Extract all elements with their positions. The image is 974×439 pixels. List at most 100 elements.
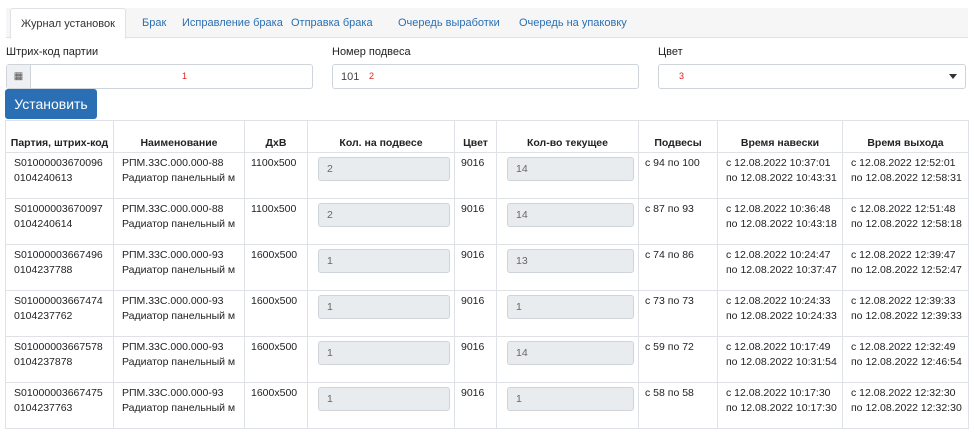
table-row[interactable]: S01000003667474 0104237762 РПМ.33С.000.00…: [5, 290, 969, 337]
chevron-down-icon: [949, 74, 957, 79]
col-header-color[interactable]: Цвет: [454, 120, 497, 153]
batch-cell: S01000003667474 0104237762: [5, 290, 114, 337]
exit-time-cell: с 12.08.2022 12:32:30 по 12.08.2022 12:3…: [842, 382, 969, 429]
current-qty-field-cell: 14: [496, 198, 639, 245]
current-qty-field-cell: 1: [496, 382, 639, 429]
size-cell: 1600x500: [244, 382, 308, 429]
col-header-name[interactable]: Наименование: [113, 120, 245, 153]
qty-field[interactable]: 1: [318, 341, 450, 365]
color-cell: 9016: [454, 336, 497, 383]
col-header-exit-time[interactable]: Время выхода: [842, 120, 969, 153]
tab-defect-correction[interactable]: Исправление брака: [172, 8, 293, 38]
current-qty-field[interactable]: 13: [507, 249, 634, 273]
qty-field[interactable]: 2: [318, 203, 450, 227]
batch-cell: S01000003667475 0104237763: [5, 382, 114, 429]
hanger-marker: 2: [369, 71, 375, 81]
color-select[interactable]: 3: [658, 64, 966, 89]
name-cell: РПМ.33С.000.000-88 Радиатор панельный м: [113, 198, 245, 245]
qty-field-cell: 2: [307, 198, 455, 245]
qty-field-cell: 1: [307, 290, 455, 337]
current-qty-field-cell: 14: [496, 336, 639, 383]
exit-time-cell: с 12.08.2022 12:39:33 по 12.08.2022 12:3…: [842, 290, 969, 337]
qty-field-cell: 1: [307, 382, 455, 429]
col-header-current[interactable]: Кол-во текущее: [496, 120, 639, 153]
barcode-icon: ▦: [7, 65, 31, 88]
current-qty-field[interactable]: 1: [507, 295, 634, 319]
color-cell: 9016: [454, 290, 497, 337]
hanger-number-input[interactable]: 101 2: [332, 64, 639, 89]
hang-time-cell: с 12.08.2022 10:17:30 по 12.08.2022 10:1…: [717, 382, 843, 429]
exit-time-cell: с 12.08.2022 12:39:47 по 12.08.2022 12:5…: [842, 244, 969, 291]
hangers-cell: с 59 по 72: [638, 336, 718, 383]
current-qty-field[interactable]: 14: [507, 341, 634, 365]
exit-time-cell: с 12.08.2022 12:51:48 по 12.08.2022 12:5…: [842, 198, 969, 245]
install-log-table: Партия, штрих-код Наименование ДхВ Кол. …: [5, 120, 969, 429]
hangers-cell: с 94 по 100: [638, 152, 718, 199]
color-label: Цвет: [658, 46, 683, 58]
col-header-size[interactable]: ДхВ: [244, 120, 308, 153]
tab-defect-shipping[interactable]: Отправка брака: [281, 8, 383, 38]
color-cell: 9016: [454, 244, 497, 291]
batch-cell: S01000003670097 0104240614: [5, 198, 114, 245]
size-cell: 1600x500: [244, 244, 308, 291]
hang-time-cell: с 12.08.2022 10:24:47 по 12.08.2022 10:3…: [717, 244, 843, 291]
hang-time-cell: с 12.08.2022 10:17:49 по 12.08.2022 10:3…: [717, 336, 843, 383]
size-cell: 1100x500: [244, 152, 308, 199]
batch-cell: S01000003667496 0104237788: [5, 244, 114, 291]
table-row[interactable]: S01000003670097 0104240614 РПМ.33С.000.00…: [5, 198, 969, 245]
name-cell: РПМ.33С.000.000-93 Радиатор панельный м: [113, 244, 245, 291]
color-cell: 9016: [454, 198, 497, 245]
size-cell: 1100x500: [244, 198, 308, 245]
name-cell: РПМ.33С.000.000-93 Радиатор панельный м: [113, 382, 245, 429]
current-qty-field[interactable]: 14: [507, 203, 634, 227]
qty-field[interactable]: 1: [318, 387, 450, 411]
current-qty-field[interactable]: 1: [507, 387, 634, 411]
tab-defects[interactable]: Брак: [132, 8, 176, 38]
col-header-batch[interactable]: Партия, штрих-код: [5, 120, 114, 153]
table-row[interactable]: S01000003667578 0104237878 РПМ.33С.000.00…: [5, 336, 969, 383]
barcode-marker: 1: [182, 71, 188, 81]
color-cell: 9016: [454, 382, 497, 429]
tab-install-log[interactable]: Журнал установок: [10, 8, 126, 39]
color-marker: 3: [679, 71, 685, 81]
size-cell: 1600x500: [244, 290, 308, 337]
hanger-number-value: 101: [341, 71, 360, 83]
exit-time-cell: с 12.08.2022 12:52:01 по 12.08.2022 12:5…: [842, 152, 969, 199]
barcode-label: Штрих-код партии: [6, 46, 99, 58]
current-qty-field-cell: 13: [496, 244, 639, 291]
qty-field[interactable]: 2: [318, 157, 450, 181]
col-header-hang-time[interactable]: Время навески: [717, 120, 843, 153]
col-header-hangers[interactable]: Подвесы: [638, 120, 718, 153]
tab-bar: Журнал установок Брак Исправление брака …: [6, 8, 968, 39]
install-button[interactable]: Установить: [5, 89, 97, 119]
qty-field-cell: 1: [307, 244, 455, 291]
exit-time-cell: с 12.08.2022 12:32:49 по 12.08.2022 12:4…: [842, 336, 969, 383]
table-header-row: Партия, штрих-код Наименование ДхВ Кол. …: [5, 120, 969, 153]
current-qty-field-cell: 1: [496, 290, 639, 337]
col-header-qty[interactable]: Кол. на подвесе: [307, 120, 455, 153]
tab-production-queue[interactable]: Очередь выработки: [388, 8, 510, 38]
current-qty-field[interactable]: 14: [507, 157, 634, 181]
hang-time-cell: с 12.08.2022 10:37:01 по 12.08.2022 10:4…: [717, 152, 843, 199]
table-row[interactable]: S01000003670096 0104240613 РПМ.33С.000.00…: [5, 152, 969, 199]
hanger-label: Номер подвеса: [332, 46, 411, 58]
color-cell: 9016: [454, 152, 497, 199]
barcode-input[interactable]: ▦ 1: [6, 64, 313, 89]
table-row[interactable]: S01000003667475 0104237763 РПМ.33С.000.00…: [5, 382, 969, 429]
hangers-cell: с 74 по 86: [638, 244, 718, 291]
table-row[interactable]: S01000003667496 0104237788 РПМ.33С.000.00…: [5, 244, 969, 291]
qty-field[interactable]: 1: [318, 295, 450, 319]
name-cell: РПМ.33С.000.000-93 Радиатор панельный м: [113, 290, 245, 337]
tab-packing-queue[interactable]: Очередь на упаковку: [509, 8, 637, 38]
hangers-cell: с 73 по 73: [638, 290, 718, 337]
hang-time-cell: с 12.08.2022 10:24:33 по 12.08.2022 10:2…: [717, 290, 843, 337]
name-cell: РПМ.33С.000.000-93 Радиатор панельный м: [113, 336, 245, 383]
hangers-cell: с 87 по 93: [638, 198, 718, 245]
hang-time-cell: с 12.08.2022 10:36:48 по 12.08.2022 10:4…: [717, 198, 843, 245]
qty-field[interactable]: 1: [318, 249, 450, 273]
name-cell: РПМ.33С.000.000-88 Радиатор панельный м: [113, 152, 245, 199]
size-cell: 1600x500: [244, 336, 308, 383]
current-qty-field-cell: 14: [496, 152, 639, 199]
batch-cell: S01000003667578 0104237878: [5, 336, 114, 383]
batch-cell: S01000003670096 0104240613: [5, 152, 114, 199]
